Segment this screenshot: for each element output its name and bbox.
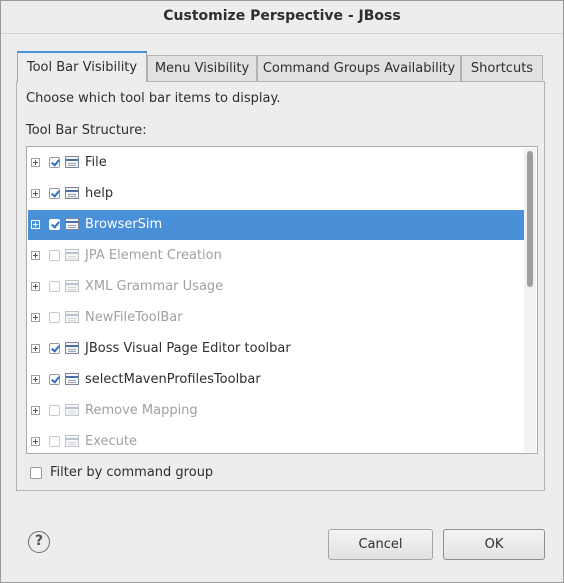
expand-icon[interactable]: [31, 220, 40, 229]
tree-row[interactable]: JBoss Visual Page Editor toolbar: [28, 334, 525, 364]
tree-row-label: NewFileToolBar: [85, 310, 183, 325]
toolbar-icon: [65, 404, 79, 416]
tree-row[interactable]: selectMavenProfilesToolbar: [28, 365, 525, 395]
tree-row[interactable]: Execute: [28, 427, 525, 453]
tree-row[interactable]: XML Grammar Usage: [28, 272, 525, 302]
tree-row[interactable]: help: [28, 179, 525, 209]
toolbar-icon: [65, 342, 79, 354]
toolbar-icon: [65, 280, 79, 292]
tab-command-groups-availability[interactable]: Command Groups Availability: [257, 55, 461, 81]
filter-checkbox[interactable]: [30, 467, 42, 479]
tree-row-label: JBoss Visual Page Editor toolbar: [85, 341, 291, 356]
tree-row-checkbox[interactable]: [49, 188, 60, 199]
tree-row-checkbox[interactable]: [49, 157, 60, 168]
toolbar-icon: [65, 249, 79, 261]
expand-icon[interactable]: [31, 282, 40, 291]
toolbar-icon: [65, 218, 79, 230]
ok-button[interactable]: OK: [443, 529, 545, 560]
tree-row-checkbox[interactable]: [49, 281, 60, 292]
tree-row[interactable]: NewFileToolBar: [28, 303, 525, 333]
dialog-title: Customize Perspective - JBoss: [163, 8, 401, 24]
tree-row-label: Execute: [85, 434, 137, 449]
tree-row-checkbox[interactable]: [49, 312, 60, 323]
expand-icon[interactable]: [31, 313, 40, 322]
tree-row-checkbox[interactable]: [49, 374, 60, 385]
toolbar-icon: [65, 373, 79, 385]
expand-icon[interactable]: [31, 158, 40, 167]
tree-row[interactable]: Remove Mapping: [28, 396, 525, 426]
tree-row-checkbox[interactable]: [49, 250, 60, 261]
tree-row-checkbox[interactable]: [49, 219, 60, 230]
cancel-button[interactable]: Cancel: [328, 529, 433, 560]
expand-icon[interactable]: [31, 437, 40, 446]
tree-row-label: XML Grammar Usage: [85, 279, 224, 294]
panel-description: Choose which tool bar items to display.: [26, 91, 281, 106]
expand-icon[interactable]: [31, 189, 40, 198]
expand-icon[interactable]: [31, 344, 40, 353]
expand-icon[interactable]: [31, 375, 40, 384]
expand-icon[interactable]: [31, 251, 40, 260]
tree-row-checkbox[interactable]: [49, 405, 60, 416]
tree-row-label: Remove Mapping: [85, 403, 198, 418]
tree-row-checkbox[interactable]: [49, 436, 60, 447]
tool-bar-structure-label: Tool Bar Structure:: [26, 123, 147, 138]
toolbar-icon: [65, 187, 79, 199]
tree-scrollbar[interactable]: [524, 148, 536, 452]
tree-row[interactable]: JPA Element Creation: [28, 241, 525, 271]
toolbar-icon: [65, 311, 79, 323]
help-button[interactable]: ?: [28, 531, 50, 553]
tree-row[interactable]: File: [28, 148, 525, 178]
tab-menu-visibility[interactable]: Menu Visibility: [147, 55, 257, 81]
tree-row-label: selectMavenProfilesToolbar: [85, 372, 261, 387]
tree-row-label: JPA Element Creation: [85, 248, 222, 263]
toolbar-icon: [65, 156, 79, 168]
tab-shortcuts[interactable]: Shortcuts: [461, 55, 543, 81]
title-separator: [1, 33, 563, 34]
tree-row[interactable]: BrowserSim: [28, 210, 525, 240]
tree-scroll-thumb[interactable]: [527, 151, 533, 287]
expand-icon[interactable]: [31, 406, 40, 415]
tab-tool-bar-visibility[interactable]: Tool Bar Visibility: [17, 51, 147, 82]
tree-row-label: BrowserSim: [85, 217, 163, 232]
tool-bar-structure-tree[interactable]: File help BrowserSim JPA Element Creation XM…: [26, 146, 538, 454]
filter-label: Filter by command group: [50, 465, 214, 480]
tree-row-label: File: [85, 155, 107, 170]
tree-row-checkbox[interactable]: [49, 343, 60, 354]
toolbar-icon: [65, 435, 79, 447]
tree-row-label: help: [85, 186, 114, 201]
